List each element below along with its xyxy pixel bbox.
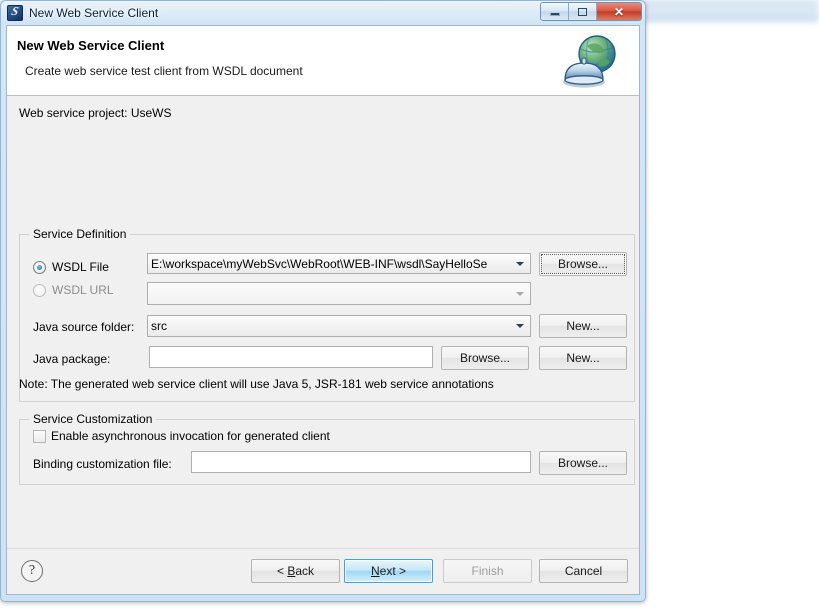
java-source-folder-new-button[interactable]: New... bbox=[539, 314, 627, 338]
title-bar[interactable]: New Web Service Client ✕ bbox=[1, 1, 645, 25]
next-button-label: Next > bbox=[370, 564, 407, 578]
java-package-browse-button[interactable]: Browse... bbox=[441, 346, 529, 370]
binding-customization-file-input[interactable] bbox=[191, 451, 531, 473]
back-button-label: < Back bbox=[276, 564, 315, 578]
finish-button-label: Finish bbox=[471, 564, 504, 578]
wizard-body: Web service project: UseWS Service Defin… bbox=[7, 96, 639, 548]
java-source-folder-combo[interactable]: src bbox=[147, 315, 531, 337]
binding-customization-browse-button[interactable]: Browse... bbox=[539, 451, 627, 475]
java-package-new-label: New... bbox=[566, 351, 600, 365]
radio-wsdl-file[interactable]: WSDL File bbox=[33, 260, 109, 274]
radio-wsdl-url[interactable]: WSDL URL bbox=[33, 283, 114, 297]
service-customization-legend: Service Customization bbox=[29, 412, 157, 426]
restore-icon bbox=[578, 7, 587, 16]
wsdl-file-browse-button[interactable]: Browse... bbox=[539, 252, 627, 276]
java-source-folder-label: Java source folder: bbox=[33, 320, 135, 334]
dialog-client-area: New Web Service Client Create web servic… bbox=[6, 25, 640, 595]
wsdl-file-browse-label: Browse... bbox=[557, 257, 608, 271]
java-package-browse-label: Browse... bbox=[459, 351, 510, 365]
java-package-new-button[interactable]: New... bbox=[539, 346, 627, 370]
radio-wsdl-file-indicator bbox=[33, 260, 46, 274]
chevron-down-icon[interactable] bbox=[512, 254, 527, 273]
web-service-globe-icon bbox=[559, 30, 625, 92]
page-subtitle: Create web service test client from WSDL… bbox=[25, 64, 303, 78]
java-package-input[interactable] bbox=[149, 346, 433, 368]
radio-wsdl-url-indicator bbox=[33, 283, 46, 297]
minimize-button[interactable] bbox=[541, 3, 569, 20]
java-source-folder-new-label: New... bbox=[566, 319, 600, 333]
radio-wsdl-url-label: WSDL URL bbox=[52, 283, 114, 297]
wsdl-file-value: E:\workspace\myWebSvc\WebRoot\WEB-INF\ws… bbox=[151, 256, 488, 271]
checkbox-enable-async-indicator bbox=[33, 429, 46, 443]
back-button[interactable]: < Back bbox=[251, 559, 340, 583]
help-icon: ? bbox=[28, 563, 36, 578]
wsdl-file-combo[interactable]: E:\workspace\myWebSvc\WebRoot\WEB-INF\ws… bbox=[147, 253, 531, 274]
dialog-window: New Web Service Client ✕ New Web Service… bbox=[0, 0, 646, 602]
help-button[interactable]: ? bbox=[21, 560, 43, 582]
window-title: New Web Service Client bbox=[29, 6, 159, 20]
dialog-footer: ? < Back Next > Finish Cancel bbox=[7, 548, 639, 594]
java-source-folder-value: src bbox=[151, 319, 167, 333]
window-controls: ✕ bbox=[540, 2, 642, 21]
wizard-header: New Web Service Client Create web servic… bbox=[7, 26, 639, 96]
chevron-down-icon-disabled bbox=[512, 283, 527, 304]
close-button[interactable]: ✕ bbox=[597, 3, 641, 20]
page-title: New Web Service Client bbox=[17, 38, 165, 53]
checkbox-enable-async[interactable]: Enable asynchronous invocation for gener… bbox=[33, 429, 330, 443]
cancel-button[interactable]: Cancel bbox=[539, 559, 628, 583]
web-service-project-label: Web service project: UseWS bbox=[19, 106, 172, 120]
close-icon: ✕ bbox=[613, 4, 625, 19]
java-package-label: Java package: bbox=[33, 352, 111, 366]
annotations-note: Note: The generated web service client w… bbox=[19, 377, 494, 391]
radio-wsdl-file-label: WSDL File bbox=[52, 260, 109, 274]
checkbox-enable-async-label: Enable asynchronous invocation for gener… bbox=[51, 429, 330, 443]
wsdl-url-combo[interactable] bbox=[147, 282, 531, 305]
cancel-button-label: Cancel bbox=[564, 564, 603, 578]
binding-customization-file-label: Binding customization file: bbox=[33, 457, 172, 471]
restore-button[interactable] bbox=[569, 3, 597, 20]
binding-customization-browse-label: Browse... bbox=[557, 456, 608, 470]
next-button[interactable]: Next > bbox=[344, 559, 433, 583]
minimize-icon bbox=[549, 13, 560, 16]
service-definition-legend: Service Definition bbox=[29, 227, 131, 241]
finish-button: Finish bbox=[443, 559, 532, 583]
myeclipse-app-icon bbox=[7, 5, 23, 21]
chevron-down-icon[interactable] bbox=[512, 316, 527, 336]
